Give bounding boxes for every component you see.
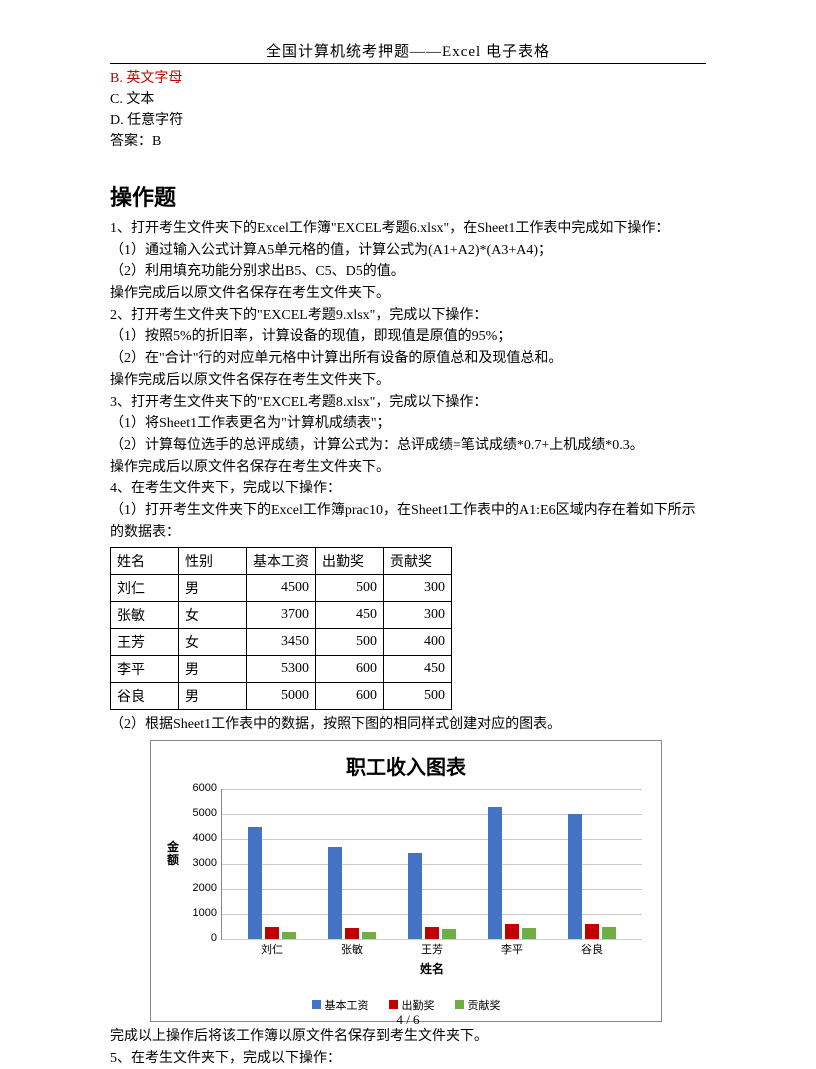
section-title: 操作题 [110,180,706,212]
chart-ylabel: 金额 [167,841,181,867]
chart-ytick: 2000 [182,882,217,894]
para-4: 操作完成后以原文件名保存在考生文件夹下。 [110,283,706,305]
option-b: B. 英文字母 [110,68,706,89]
para-8: 操作完成后以原文件名保存在考生文件夹下。 [110,370,706,392]
legend-swatch-icon [389,1000,398,1009]
chart-bar [505,924,519,939]
th-contrib: 贡献奖 [384,548,452,575]
th-gender: 性别 [179,548,247,575]
chart-xtick: 李平 [482,941,542,957]
chart-legend-item: 出勤奖 [389,997,435,1013]
chart-bar-group [242,827,302,940]
legend-label: 出勤奖 [402,1000,435,1012]
option-c: C. 文本 [110,89,706,110]
chart-bar [585,924,599,939]
th-attend: 出勤奖 [316,548,384,575]
chart-legend-item: 贡献奖 [455,997,501,1013]
table-row: 谷良男5000600500 [111,683,452,710]
chart-bar [408,853,422,939]
chart-bar-group [562,814,622,939]
option-d: D. 任意字符 [110,110,706,131]
legend-swatch-icon [455,1000,464,1009]
chart-legend: 基本工资 出勤奖 贡献奖 [151,997,661,1013]
chart-ytick: 4000 [182,832,217,844]
para-9: 3、打开考生文件夹下的"EXCEL考题8.xlsx"，完成以下操作： [110,392,706,414]
chart-bar [442,929,456,939]
chart-bar [345,928,359,939]
chart-ytick: 5000 [182,807,217,819]
th-name: 姓名 [111,548,179,575]
chart-bar-group [322,847,382,940]
table-row: 王芳女3450500400 [111,629,452,656]
chart-plot-area: 0100020003000400050006000刘仁张敏王芳李平谷良姓名 [221,789,642,940]
page-number: 4 / 6 [0,1012,816,1028]
chart-bar [602,927,616,940]
chart-bar [488,807,502,940]
chart-legend-item: 基本工资 [312,997,369,1013]
chart-bar [328,847,342,940]
para-2: （1）通过输入公式计算A5单元格的值，计算公式为(A1+A2)*(A3+A4)； [110,240,706,262]
chart-bar [568,814,582,939]
after-chart-1: 完成以上操作后将该工作簿以原文件名保存到考生文件夹下。 [110,1026,706,1048]
chart-xtick: 王芳 [402,941,462,957]
chart-bar [248,827,262,940]
para-1: 1、打开考生文件夹下的Excel工作簿"EXCEL考题6.xlsx"，在Shee… [110,218,706,240]
para-7: （2）在"合计"行的对应单元格中计算出所有设备的原值总和及现值总和。 [110,348,706,370]
after-chart-2: 5、在考生文件夹下，完成以下操作： [110,1048,706,1069]
chart-xtick: 刘仁 [242,941,302,957]
salary-table: 姓名 性别 基本工资 出勤奖 贡献奖 刘仁男4500500300 张敏女3700… [110,547,452,710]
answer-line: 答案：B [110,131,706,152]
body-paragraphs: 1、打开考生文件夹下的Excel工作簿"EXCEL考题6.xlsx"，在Shee… [110,218,706,543]
chart-ytick: 1000 [182,907,217,919]
para-3: （2）利用填充功能分别求出B5、C5、D5的值。 [110,261,706,283]
chart-xtick: 谷良 [562,941,622,957]
chart-ytick: 3000 [182,857,217,869]
para-6: （1）按照5%的折旧率，计算设备的现值，即现值是原值的95%； [110,326,706,348]
chart-bar [522,928,536,939]
chart-bar-group [402,853,462,939]
legend-label: 贡献奖 [468,1000,501,1012]
page-content: 全国计算机统考押题——Excel 电子表格 B. 英文字母 C. 文本 D. 任… [0,0,816,1069]
legend-swatch-icon [312,1000,321,1009]
para-12: 操作完成后以原文件名保存在考生文件夹下。 [110,457,706,479]
chart-bar-group [482,807,542,940]
chart-bar [265,927,279,940]
chart-ytick: 6000 [182,782,217,794]
para-10: （1）将Sheet1工作表更名为"计算机成绩表"； [110,413,706,435]
table-header-row: 姓名 性别 基本工资 出勤奖 贡献奖 [111,548,452,575]
legend-label: 基本工资 [325,1000,369,1012]
para-13: 4、在考生文件夹下，完成以下操作： [110,478,706,500]
page-header-title: 全国计算机统考押题——Excel 电子表格 [110,40,706,64]
chart-title: 职工收入图表 [151,741,661,780]
chart-xlabel: 姓名 [222,960,642,977]
chart-bar [425,927,439,940]
chart-bar [282,932,296,940]
th-base: 基本工资 [247,548,316,575]
para-5: 2、打开考生文件夹下的"EXCEL考题9.xlsx"，完成以下操作： [110,305,706,327]
chart-bar [362,932,376,940]
table-row: 刘仁男4500500300 [111,575,452,602]
para-14: （1）打开考生文件夹下的Excel工作簿prac10，在Sheet1工作表中的A… [110,500,706,543]
chart-xtick: 张敏 [322,941,382,957]
chart-ytick: 0 [182,932,217,944]
income-chart: 职工收入图表 金额 0100020003000400050006000刘仁张敏王… [150,740,662,1022]
para-15: （2）根据Sheet1工作表中的数据，按照下图的相同样式创建对应的图表。 [110,714,706,736]
para-11: （2）计算每位选手的总评成绩，计算公式为：总评成绩=笔试成绩*0.7+上机成绩*… [110,435,706,457]
table-row: 李平男5300600450 [111,656,452,683]
table-row: 张敏女3700450300 [111,602,452,629]
